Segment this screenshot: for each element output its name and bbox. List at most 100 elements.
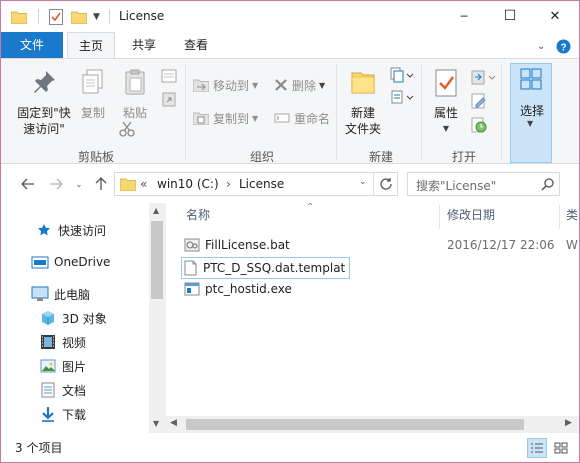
delete-button[interactable]: 删除 ▼: [274, 74, 325, 96]
breadcrumb-folder[interactable]: License: [239, 177, 284, 191]
copy-to-label: 复制到: [213, 111, 250, 126]
nav-item-downloads[interactable]: 下载: [1, 403, 149, 425]
search-input[interactable]: 搜索"License": [407, 172, 560, 196]
computer-icon: [31, 286, 49, 302]
file-list-pane: ⌃ 名称 修改日期 类 FillLicense.bat 2016/12/17 2…: [166, 203, 579, 433]
breadcrumb-separator[interactable]: ›: [226, 177, 231, 191]
new-group-label: 新建: [368, 150, 393, 164]
nav-pane-scrollbar[interactable]: ▲ ▼: [149, 203, 166, 433]
select-label: 选择: [519, 104, 544, 118]
file-name: FillLicense.bat: [205, 238, 290, 252]
up-button[interactable]: [93, 175, 109, 193]
minimize-button[interactable]: ─: [441, 1, 487, 31]
horizontal-scroll-thumb[interactable]: [186, 419, 524, 430]
address-overflow-chevron[interactable]: «: [140, 177, 147, 191]
nav-pane-scroll-thumb[interactable]: [151, 221, 163, 299]
nav-item-documents[interactable]: 文档: [1, 379, 149, 401]
nav-item-quick-access[interactable]: 快速访问: [1, 219, 149, 241]
address-bar[interactable]: « win10 (C:) › License ⌄: [114, 172, 398, 196]
video-icon: [39, 334, 57, 350]
nav-label-3d-objects: 3D 对象: [62, 311, 107, 326]
batch-file-icon: [184, 238, 200, 252]
move-to-dropdown-icon: ▼: [252, 80, 259, 90]
file-row-ptc-hostid[interactable]: ptc_hostid.exe: [184, 279, 292, 299]
select-icon: [520, 68, 542, 93]
move-to-button[interactable]: 移动到 ▼: [193, 74, 258, 96]
file-row-filllicense[interactable]: FillLicense.bat: [184, 235, 290, 255]
open-icon[interactable]: [471, 69, 497, 85]
pin-quick-access-label: 固定到"快速访问": [17, 106, 71, 136]
tab-share[interactable]: 共享: [121, 32, 167, 58]
properties-button[interactable]: 属性 ▼: [427, 69, 465, 137]
new-folder-label: 新建 文件夹: [344, 106, 381, 136]
folder-icon: [119, 177, 137, 194]
scroll-up-icon[interactable]: ▲: [153, 206, 159, 215]
copy-to-dropdown-icon: ▼: [252, 113, 259, 123]
file-row-ptc-dat[interactable]: PTC_D_SSQ.dat.templat: [181, 257, 351, 279]
large-icons-view-icon: [554, 442, 568, 454]
back-button[interactable]: [19, 175, 37, 193]
column-header-name[interactable]: 名称: [186, 203, 210, 228]
new-folder-button[interactable]: 新建 文件夹: [341, 67, 385, 137]
nav-item-this-pc[interactable]: 此电脑: [1, 283, 149, 305]
ribbon: 固定到"快速访问" 复制 粘贴 剪贴板 移动到 ▼ 复制到 ▼ 删除 ▼ 重命名…: [1, 58, 579, 164]
properties-icon: [434, 69, 458, 101]
copy-to-button[interactable]: 复制到 ▼: [193, 107, 258, 129]
tab-home[interactable]: 主页: [67, 32, 115, 59]
cut-icon[interactable]: [119, 121, 135, 137]
tab-file[interactable]: 文件: [1, 32, 63, 58]
refresh-icon[interactable]: [379, 177, 393, 194]
nav-item-pictures[interactable]: 图片: [1, 355, 149, 377]
nav-item-3d-objects[interactable]: 3D 对象: [1, 307, 149, 329]
nav-label-pictures: 图片: [62, 359, 87, 374]
search-placeholder: 搜索"License": [416, 179, 497, 193]
delete-icon: [274, 78, 288, 92]
forward-button[interactable]: [47, 175, 65, 193]
new-folder-icon: [350, 67, 376, 99]
breadcrumb-drive[interactable]: win10 (C:): [157, 177, 219, 191]
paste-button[interactable]: 粘贴: [119, 69, 151, 121]
recent-locations-icon[interactable]: ⌄: [73, 175, 85, 193]
edit-icon[interactable]: [471, 93, 487, 109]
open-group-label: 打开: [451, 150, 476, 164]
pin-quick-access-button[interactable]: 固定到"快速访问": [13, 69, 75, 137]
close-button[interactable]: ✕: [532, 1, 578, 31]
history-icon[interactable]: [471, 117, 487, 133]
copy-button[interactable]: 复制: [79, 69, 107, 121]
tab-view[interactable]: 查看: [173, 32, 219, 58]
nav-item-videos[interactable]: 视频: [1, 331, 149, 353]
item-count: 3 个项目: [15, 441, 63, 455]
properties-quick-icon[interactable]: [49, 7, 63, 27]
address-dropdown-icon[interactable]: ⌄: [359, 177, 367, 187]
collapse-ribbon-icon[interactable]: ⌄: [537, 38, 545, 54]
select-button[interactable]: 选择 ▼: [510, 63, 552, 163]
customize-toolbar-dropdown-icon[interactable]: ▼: [93, 7, 100, 27]
column-header-type[interactable]: 类: [566, 203, 578, 228]
details-view-icon: [531, 443, 543, 453]
search-icon[interactable]: [541, 178, 554, 194]
new-item-icon[interactable]: [390, 67, 414, 83]
select-dropdown-icon: ▼: [527, 119, 534, 128]
explorer-window: ▼ License ─ ☐ ✕ 文件 主页 共享 查看 ⌄ ? 固定到"快速访问…: [0, 0, 580, 463]
easy-access-icon[interactable]: [390, 89, 414, 105]
cut-path-icon[interactable]: [161, 69, 177, 83]
new-folder-quick-icon[interactable]: [71, 7, 87, 27]
file-name: PTC_D_SSQ.dat.templat: [203, 261, 346, 275]
file-name: ptc_hostid.exe: [205, 282, 292, 296]
nav-label-documents: 文档: [62, 383, 87, 398]
column-header-date[interactable]: 修改日期: [447, 203, 495, 228]
help-icon[interactable]: ?: [556, 38, 571, 54]
large-icons-view-button[interactable]: [551, 438, 571, 458]
scroll-right-icon[interactable]: ▶: [565, 418, 572, 428]
scroll-left-icon[interactable]: ◀: [170, 418, 177, 428]
maximize-button[interactable]: ☐: [487, 1, 533, 31]
nav-item-onedrive[interactable]: OneDrive: [1, 251, 149, 273]
download-icon: [39, 406, 57, 422]
file-list-horizontal-scrollbar[interactable]: ◀ ▶: [166, 416, 579, 433]
scroll-down-icon[interactable]: ▼: [153, 419, 159, 428]
title-bar: ▼ License ─ ☐ ✕: [1, 1, 579, 32]
folder-icon: [11, 7, 27, 27]
details-view-button[interactable]: [527, 438, 547, 458]
paste-shortcut-icon[interactable]: [161, 91, 177, 107]
rename-button[interactable]: 重命名: [274, 107, 330, 129]
